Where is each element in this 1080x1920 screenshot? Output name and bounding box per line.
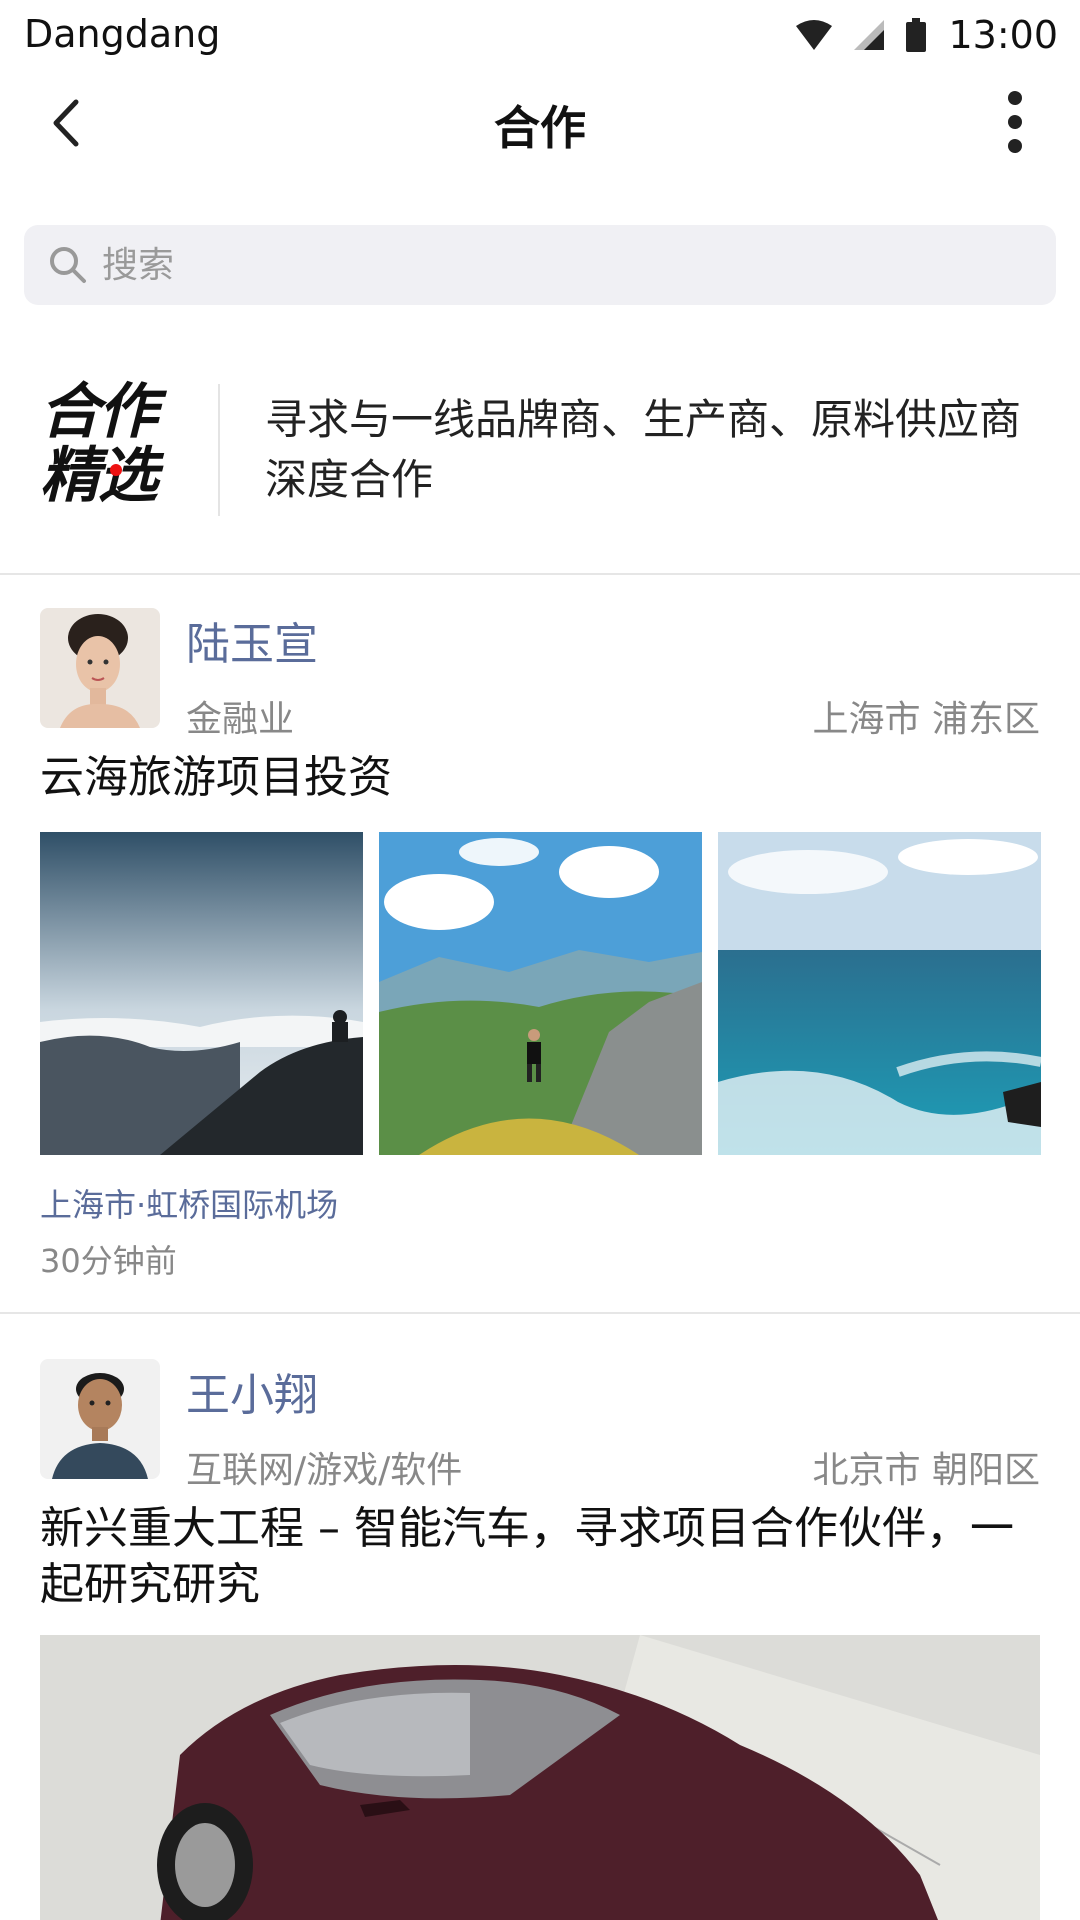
logo-line-1: 合作 — [40, 377, 158, 447]
post-time: 30分钟前 — [40, 1242, 177, 1280]
post-place[interactable]: 上海市·虹桥国际机场 — [40, 1180, 338, 1226]
banner-logo: 合作 精选 — [40, 380, 180, 508]
post-title: 新兴重大工程 – 智能汽车，寻求项目合作伙伴，一起研究研究 — [40, 1503, 1014, 1610]
logo-red-dot — [110, 464, 122, 476]
avatar[interactable] — [40, 1359, 160, 1479]
wifi-icon — [796, 20, 833, 50]
clock: 13:00 — [948, 13, 1058, 57]
mountain-hiker-photo[interactable] — [379, 832, 702, 1155]
user-industry: 金融业 — [186, 699, 295, 740]
logo-line-2: 精选 — [40, 441, 158, 511]
avatar[interactable] — [40, 608, 160, 728]
post-card[interactable]: 王小翔 互联网/游戏/软件 北京市 朝阳区 新兴重大工程 – 智能汽车，寻求项目… — [0, 1359, 1080, 1920]
more-vertical-icon — [1008, 91, 1022, 153]
battery-icon — [906, 18, 927, 52]
carrier-label: Dangdang — [24, 12, 221, 56]
post-title: 云海旅游项目投资 — [40, 752, 392, 803]
banner-divider — [218, 384, 220, 516]
user-name[interactable]: 陆玉宣 — [186, 608, 318, 672]
user-location: 北京市 朝阳区 — [812, 1450, 1040, 1491]
page-title: 合作 — [494, 101, 586, 155]
user-industry: 互联网/游戏/软件 — [186, 1450, 463, 1491]
ocean-waves-photo[interactable] — [718, 832, 1041, 1155]
search-icon — [48, 245, 88, 285]
app-root: Dangdang 13:00 合作 搜索 合作 精选 寻求与一线品牌商、生产商、… — [0, 0, 1080, 1920]
more-options-button[interactable] — [980, 84, 1050, 160]
divider — [0, 573, 1080, 575]
divider — [0, 1312, 1080, 1314]
concept-car-photo[interactable] — [40, 1635, 1040, 1920]
status-bar: Dangdang 13:00 — [0, 0, 1080, 70]
status-icons: 13:00 — [796, 12, 1058, 58]
sea-of-clouds-photo[interactable] — [40, 832, 363, 1155]
signal-icon — [854, 20, 885, 50]
search-input[interactable] — [102, 244, 1002, 286]
user-name[interactable]: 王小翔 — [186, 1359, 318, 1423]
navigation-bar: 合作 — [0, 70, 1080, 180]
cooperation-banner: 合作 精选 寻求与一线品牌商、生产商、原料供应商深度合作 — [0, 370, 1080, 530]
post-card[interactable]: 陆玉宣 金融业 上海市 浦东区 云海旅游项目投资 上海市·虹桥国际机场 30分钟… — [0, 608, 1080, 1308]
banner-description: 寻求与一线品牌商、生产商、原料供应商深度合作 — [265, 395, 1022, 504]
user-location: 上海市 浦东区 — [812, 699, 1040, 740]
search-bar[interactable] — [24, 225, 1056, 305]
